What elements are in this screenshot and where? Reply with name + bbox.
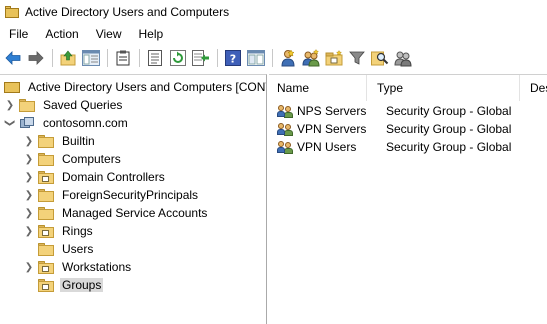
- column-header-label: Name: [277, 81, 310, 95]
- folder-app-icon: [5, 6, 19, 18]
- up-folder-icon[interactable]: [58, 48, 78, 68]
- group-type: Security Group - Global: [386, 104, 512, 118]
- group-name: NPS Servers: [297, 104, 367, 118]
- column-header-label: Des: [530, 81, 547, 95]
- chevron-right-icon[interactable]: ❯: [23, 222, 35, 240]
- tree-item-label: contosomn.com: [43, 116, 128, 130]
- column-header-type[interactable]: Type: [369, 75, 520, 101]
- window-title: Active Directory Users and Computers: [25, 5, 230, 19]
- toolbar-separator: [52, 49, 53, 67]
- tree-item-label: ForeignSecurityPrincipals: [62, 188, 199, 202]
- chevron-down-icon[interactable]: ❯: [1, 117, 19, 129]
- properties-icon[interactable]: [145, 48, 165, 68]
- clipboard-icon[interactable]: [113, 48, 133, 68]
- group-type: Security Group - Global: [386, 140, 512, 154]
- tree-item-groups[interactable]: ❯ Groups: [23, 276, 104, 294]
- chevron-right-icon[interactable]: ❯: [23, 204, 35, 222]
- toolbar-separator: [139, 49, 140, 67]
- menu-bar: File Action View Help: [0, 24, 547, 44]
- new-user-icon[interactable]: [278, 48, 298, 68]
- find-icon[interactable]: [370, 48, 390, 68]
- svg-text:?: ?: [230, 53, 236, 66]
- folder-icon: [19, 98, 35, 112]
- tree-item-label: Groups: [60, 278, 104, 292]
- chevron-right-icon[interactable]: ❯: [23, 168, 35, 186]
- tree-item-label: Domain Controllers: [62, 170, 165, 184]
- toolbar-separator: [272, 49, 273, 67]
- ad-folder-icon: [4, 80, 20, 94]
- folder-icon: [38, 152, 54, 166]
- tree-item-label: Rings: [62, 224, 93, 238]
- help-icon[interactable]: ?: [223, 48, 243, 68]
- folder-icon: [38, 188, 54, 202]
- tree-item-label: Saved Queries: [43, 98, 123, 112]
- menu-file[interactable]: File: [0, 27, 36, 41]
- column-header-description[interactable]: Des: [522, 75, 547, 101]
- folder-icon: [38, 134, 54, 148]
- ou-folder-icon: [38, 170, 54, 184]
- tree-item-computers[interactable]: ❯ Computers: [23, 150, 123, 168]
- tree-item-label: Computers: [62, 152, 121, 166]
- toolbar-separator: [107, 49, 108, 67]
- tree-item-domain[interactable]: ❯ contosomn.com: [4, 114, 130, 132]
- list-item[interactable]: NPS Servers Security Group - Global: [269, 102, 511, 120]
- tree-item-users[interactable]: ❯ Users: [23, 240, 95, 258]
- tree-item-label: Builtin: [62, 134, 95, 148]
- menu-view[interactable]: View: [87, 27, 130, 41]
- refresh-icon[interactable]: [168, 48, 188, 68]
- delegate-icon[interactable]: [393, 48, 413, 68]
- chevron-right-icon[interactable]: ❯: [23, 150, 35, 168]
- tree-root[interactable]: Active Directory Users and Computers [CO…: [4, 78, 267, 96]
- tree-item-foreign-security-principals[interactable]: ❯ ForeignSecurityPrincipals: [23, 186, 200, 204]
- ou-folder-icon: [38, 260, 54, 274]
- tree-root-label: Active Directory Users and Computers [CO…: [28, 80, 267, 94]
- tree-item-builtin[interactable]: ❯ Builtin: [23, 132, 97, 150]
- back-icon[interactable]: [3, 48, 23, 68]
- console-tree-icon[interactable]: [246, 48, 266, 68]
- security-group-icon: [277, 140, 295, 154]
- tree-item-label: Managed Service Accounts: [62, 206, 208, 220]
- results-pane: Name Type Des NPS Servers Security Group…: [269, 74, 547, 324]
- chevron-right-icon[interactable]: ❯: [23, 132, 35, 150]
- security-group-icon: [277, 122, 295, 136]
- show-hide-tree-icon[interactable]: [81, 48, 101, 68]
- forward-icon[interactable]: [26, 48, 46, 68]
- export-list-icon[interactable]: [191, 48, 211, 68]
- chevron-right-icon[interactable]: ❯: [23, 258, 35, 276]
- ou-folder-icon: [38, 278, 54, 292]
- tree-item-domain-controllers[interactable]: ❯ Domain Controllers: [23, 168, 167, 186]
- group-name: VPN Servers: [297, 122, 367, 136]
- chevron-right-icon[interactable]: ❯: [4, 96, 16, 114]
- toolbar: ?: [0, 44, 547, 72]
- folder-icon: [38, 206, 54, 220]
- new-ou-icon[interactable]: [324, 48, 344, 68]
- domain-icon: [19, 116, 35, 130]
- list-item[interactable]: VPN Servers Security Group - Global: [269, 120, 511, 138]
- chevron-right-icon[interactable]: ❯: [23, 186, 35, 204]
- tree-item-saved-queries[interactable]: ❯ Saved Queries: [4, 96, 124, 114]
- menu-action[interactable]: Action: [36, 27, 86, 41]
- new-group-icon[interactable]: [301, 48, 321, 68]
- filter-icon[interactable]: [347, 48, 367, 68]
- column-header-name[interactable]: Name: [269, 75, 367, 101]
- tree-item-managed-service-accounts[interactable]: ❯ Managed Service Accounts: [23, 204, 209, 222]
- list-item[interactable]: VPN Users Security Group - Global: [269, 138, 511, 156]
- tree-item-workstations[interactable]: ❯ Workstations: [23, 258, 133, 276]
- toolbar-separator: [217, 49, 218, 67]
- ou-folder-icon: [38, 224, 54, 238]
- tree-item-label: Workstations: [62, 260, 132, 274]
- console-tree: Active Directory Users and Computers [CO…: [0, 74, 267, 324]
- column-header-label: Type: [377, 81, 404, 95]
- group-type: Security Group - Global: [386, 122, 512, 136]
- menu-help[interactable]: Help: [130, 27, 172, 41]
- group-name: VPN Users: [297, 140, 357, 154]
- tree-item-label: Users: [62, 242, 94, 256]
- title-bar: Active Directory Users and Computers: [0, 0, 547, 24]
- folder-icon: [38, 242, 54, 256]
- security-group-icon: [277, 104, 295, 118]
- tree-item-rings[interactable]: ❯ Rings: [23, 222, 95, 240]
